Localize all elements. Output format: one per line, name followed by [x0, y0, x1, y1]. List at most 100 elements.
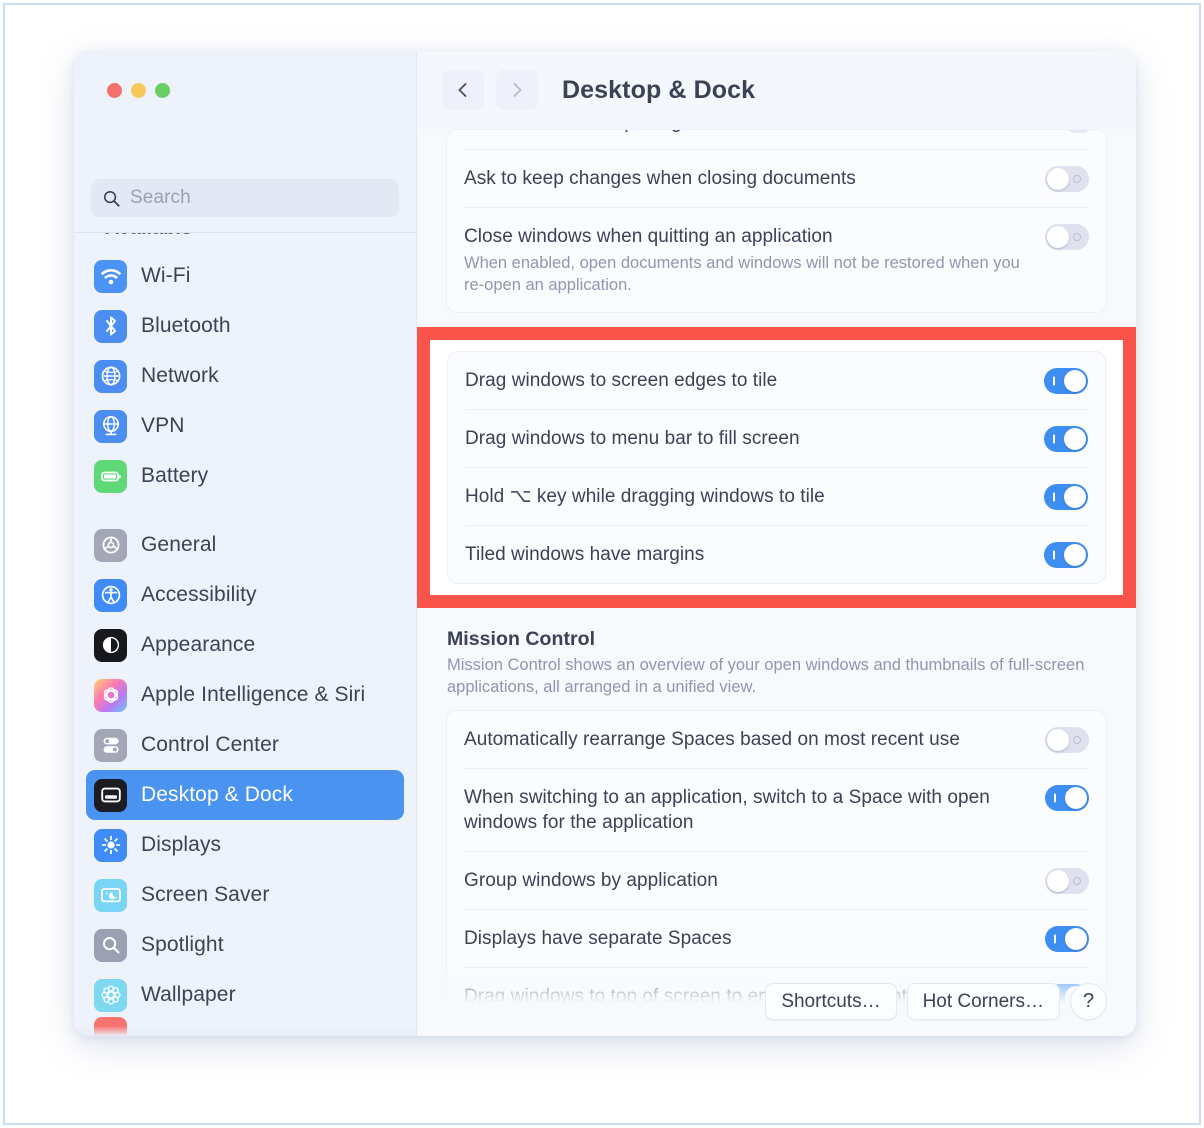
sidebar-item-desktop-dock[interactable]: Desktop & Dock	[86, 770, 404, 820]
shortcuts-button[interactable]: Shortcuts…	[765, 983, 897, 1020]
settings-scroll-area[interactable]: Prefer tabs when opening documents in Fu…	[417, 129, 1136, 1036]
sidebar-item-label: General	[141, 533, 217, 556]
appearance-icon	[94, 628, 127, 662]
chevron-down-icon	[1069, 130, 1089, 133]
toggle-on-mark	[1053, 376, 1055, 386]
setting-row-ask-keep-changes[interactable]: Ask to keep changes when closing documen…	[447, 150, 1106, 207]
toggle-knob	[1064, 544, 1086, 566]
battery-icon	[94, 459, 127, 493]
prefer-tabs-popup[interactable]: in Full Screen	[946, 130, 1089, 133]
help-button[interactable]: ?	[1070, 983, 1107, 1020]
toggle-ask-keep-changes[interactable]	[1045, 166, 1089, 192]
sidebar-item-label: Apple Intelligence & Siri	[141, 683, 366, 706]
sidebar-item-label: Battery	[141, 464, 209, 487]
setting-row-drag-menu-bar[interactable]: Drag windows to menu bar to fill screen	[448, 410, 1105, 467]
toggle-separate-spaces[interactable]	[1045, 926, 1089, 952]
sidebar-bottom-mask	[74, 1026, 416, 1036]
zoom-window-button[interactable]	[155, 83, 170, 98]
tiling-highlight-annotation: Drag windows to screen edges to tile Dra…	[417, 327, 1136, 608]
sidebar-item-screen-saver[interactable]: Screen Saver	[86, 870, 404, 920]
desktop-dock-icon	[94, 778, 127, 812]
row-label: Displays have separate Spaces	[464, 928, 732, 949]
sidebar-item-appearance[interactable]: Appearance	[86, 620, 404, 670]
sidebar: Available Search	[74, 51, 416, 1036]
minimize-window-button[interactable]	[131, 83, 146, 98]
sidebar-item-displays[interactable]: Displays	[86, 820, 404, 870]
sidebar-item-label: Network	[141, 364, 219, 387]
toggle-knob	[1047, 870, 1069, 892]
network-globe-icon	[94, 359, 127, 393]
mission-control-header: Mission Control Mission Control shows an…	[446, 608, 1107, 710]
sidebar-list: Wi-Fi Bluetooth Network VPN Battery Gene…	[74, 251, 416, 1020]
forward-button[interactable]	[496, 70, 538, 110]
row-description: When enabled, open documents and windows…	[464, 254, 1020, 294]
setting-row-auto-rearrange-spaces[interactable]: Automatically rearrange Spaces based on …	[447, 711, 1106, 768]
sidebar-item-label: Control Center	[141, 733, 279, 756]
sidebar-item-label: Wallpaper	[141, 983, 236, 1006]
toggle-on-mark	[1053, 434, 1055, 444]
toggle-drag-screen-edges[interactable]	[1044, 368, 1088, 394]
sidebar-item-battery[interactable]: Battery	[86, 451, 404, 501]
toggle-knob	[1047, 226, 1069, 248]
tiling-settings-card: Drag windows to screen edges to tile Dra…	[447, 351, 1106, 584]
sidebar-item-accessibility[interactable]: Accessibility	[86, 570, 404, 620]
toggle-tiled-margins[interactable]	[1044, 542, 1088, 568]
sidebar-item-apple-intelligence-siri[interactable]: Apple Intelligence & Siri	[86, 670, 404, 720]
setting-row-tiled-margins[interactable]: Tiled windows have margins	[448, 526, 1105, 583]
row-label: Tiled windows have margins	[465, 544, 705, 565]
sidebar-item-label: Wi-Fi	[141, 264, 191, 287]
toggle-close-windows-quitting[interactable]	[1045, 224, 1089, 250]
control-center-icon	[94, 728, 127, 762]
toggle-group-windows[interactable]	[1045, 868, 1089, 894]
sidebar-item-spotlight[interactable]: Spotlight	[86, 920, 404, 970]
spotlight-icon	[94, 928, 127, 962]
sidebar-item-wi-fi[interactable]: Wi-Fi	[86, 251, 404, 301]
toggle-off-mark	[1073, 877, 1081, 885]
toolbar: Desktop & Dock	[417, 51, 1136, 129]
hot-corners-button[interactable]: Hot Corners…	[906, 983, 1060, 1020]
popup-value: in Full Screen	[946, 130, 1062, 133]
screen-saver-icon	[94, 878, 127, 912]
search-input[interactable]: Search	[91, 179, 399, 217]
setting-row-close-windows-quitting[interactable]: Close windows when quitting an applicati…	[447, 208, 1106, 312]
toggle-hold-option-key[interactable]	[1044, 484, 1088, 510]
toggle-drag-menu-bar[interactable]	[1044, 426, 1088, 452]
sidebar-item-wallpaper[interactable]: Wallpaper	[86, 970, 404, 1020]
sidebar-item-control-center[interactable]: Control Center	[86, 720, 404, 770]
setting-row-switch-to-space[interactable]: When switching to an application, switch…	[447, 769, 1106, 851]
toggle-off-mark	[1073, 175, 1081, 183]
row-label: Automatically rearrange Spaces based on …	[464, 729, 960, 750]
toggle-knob	[1064, 370, 1086, 392]
close-window-button[interactable]	[107, 83, 122, 98]
toggle-off-mark	[1073, 233, 1081, 241]
sidebar-item-general[interactable]: General	[86, 520, 404, 570]
system-settings-window: Available Search	[74, 51, 1136, 1036]
sidebar-item-vpn[interactable]: VPN	[86, 401, 404, 451]
toggle-switch-to-space[interactable]	[1045, 785, 1089, 811]
sidebar-item-network[interactable]: Network	[86, 351, 404, 401]
sidebar-item-label: VPN	[141, 414, 185, 437]
search-icon	[103, 190, 120, 207]
row-label: Ask to keep changes when closing documen…	[464, 168, 856, 189]
setting-row-group-windows[interactable]: Group windows by application	[447, 852, 1106, 909]
accessibility-icon	[94, 578, 127, 612]
back-button[interactable]	[442, 70, 484, 110]
section-title: Mission Control	[447, 628, 596, 650]
setting-row-drag-screen-edges[interactable]: Drag windows to screen edges to tile	[448, 352, 1105, 409]
toggle-auto-rearrange-spaces[interactable]	[1045, 727, 1089, 753]
wallpaper-icon	[94, 978, 127, 1012]
wifi-icon	[94, 259, 127, 293]
sidebar-item-label: Desktop & Dock	[141, 783, 293, 806]
setting-row-separate-spaces[interactable]: Displays have separate Spaces	[447, 910, 1106, 967]
windows-settings-card: Ask to keep changes when closing documen…	[446, 149, 1107, 313]
gear-icon	[94, 528, 127, 562]
sidebar-item-label: Bluetooth	[141, 314, 231, 337]
sidebar-item-bluetooth[interactable]: Bluetooth	[86, 301, 404, 351]
toggle-off-mark	[1073, 736, 1081, 744]
chevron-left-icon	[458, 83, 467, 97]
clipped-setting-row[interactable]: Prefer tabs when opening documents in Fu…	[446, 129, 1107, 149]
page-frame: Available Search	[3, 3, 1201, 1125]
toggle-on-mark	[1054, 793, 1056, 803]
setting-row-hold-option-key[interactable]: Hold ⌥ key while dragging windows to til…	[448, 468, 1105, 525]
section-description: Mission Control shows an overview of you…	[447, 656, 1085, 696]
